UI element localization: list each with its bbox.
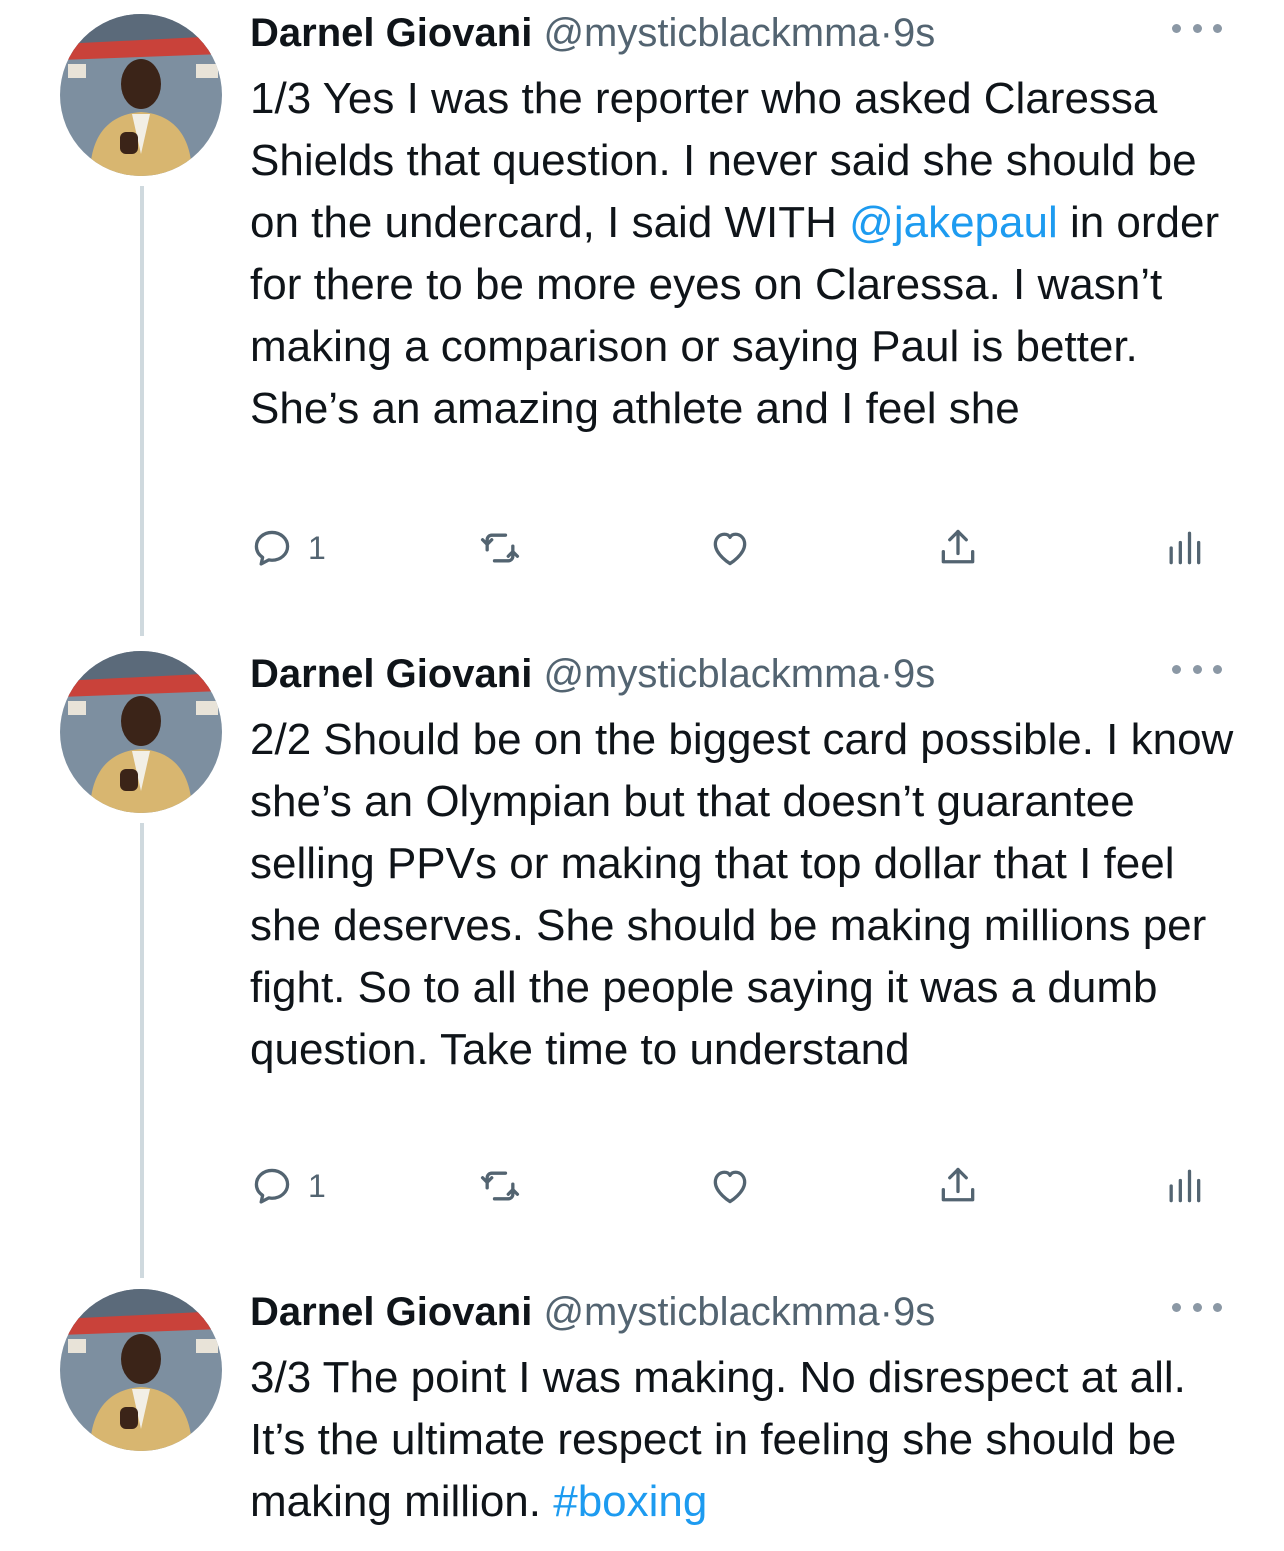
thread-line: [140, 823, 144, 1278]
tweet-header: Darnel Giovani @mysticblackmma·9s: [250, 1287, 935, 1337]
tweet-actions: 1: [250, 520, 1210, 576]
retweet-icon: [480, 533, 520, 563]
user-handle[interactable]: @mysticblackmma: [543, 11, 879, 55]
more-icon[interactable]: [1172, 1297, 1222, 1317]
analytics-button[interactable]: [1162, 1158, 1206, 1214]
analytics-button[interactable]: [1162, 520, 1206, 576]
thread-line: [140, 186, 144, 636]
avatar[interactable]: [60, 651, 222, 813]
separator-dot: ·: [879, 652, 893, 696]
like-button[interactable]: [708, 1158, 752, 1214]
reply-button[interactable]: 1: [250, 520, 326, 576]
avatar[interactable]: [60, 1289, 222, 1451]
reply-count: 1: [308, 529, 326, 566]
timestamp[interactable]: 9s: [893, 11, 935, 55]
retweet-button[interactable]: [478, 1158, 522, 1214]
display-name[interactable]: Darnel Giovani: [250, 11, 532, 55]
share-button[interactable]: [936, 520, 980, 576]
tweet-header: Darnel Giovani @mysticblackmma·9s: [250, 8, 935, 58]
separator-dot: ·: [879, 11, 893, 55]
tweet-header: Darnel Giovani @mysticblackmma·9s: [250, 649, 935, 699]
tweet-text: 3/3 The point I was making. No disrespec…: [250, 1347, 1240, 1533]
reply-icon: [254, 530, 290, 566]
more-icon[interactable]: [1172, 18, 1222, 38]
tweet-text-part: 2/2 Should be on the biggest card possib…: [250, 715, 1234, 1074]
tweet-text-part: 3/3 The point I was making. No disrespec…: [250, 1353, 1186, 1526]
tweet-actions: 1: [250, 1158, 1210, 1214]
user-handle[interactable]: @mysticblackmma: [543, 1290, 879, 1334]
mention-link[interactable]: @jakepaul: [849, 198, 1058, 247]
retweet-button[interactable]: [478, 520, 522, 576]
tweet-text: 1/3 Yes I was the reporter who asked Cla…: [250, 68, 1240, 440]
analytics-icon: [1169, 531, 1201, 565]
heart-icon: [713, 1170, 747, 1204]
avatar-image: [60, 14, 222, 176]
avatar-image: [60, 1289, 222, 1451]
analytics-icon: [1169, 1169, 1201, 1203]
like-button[interactable]: [708, 520, 752, 576]
reply-icon: [254, 1168, 290, 1204]
more-icon[interactable]: [1172, 659, 1222, 679]
heart-icon: [713, 532, 747, 566]
user-handle[interactable]: @mysticblackmma: [543, 652, 879, 696]
share-icon: [941, 529, 975, 564]
timestamp[interactable]: 9s: [893, 1290, 935, 1334]
avatar[interactable]: [60, 14, 222, 176]
retweet-icon: [480, 1171, 520, 1201]
reply-count: 1: [308, 1167, 326, 1204]
reply-button[interactable]: 1: [250, 1158, 326, 1214]
hashtag-link[interactable]: #boxing: [553, 1477, 707, 1526]
avatar-image: [60, 651, 222, 813]
share-button[interactable]: [936, 1158, 980, 1214]
separator-dot: ·: [879, 1290, 893, 1334]
tweet-text: 2/2 Should be on the biggest card possib…: [250, 709, 1240, 1081]
timestamp[interactable]: 9s: [893, 652, 935, 696]
display-name[interactable]: Darnel Giovani: [250, 1290, 532, 1334]
display-name[interactable]: Darnel Giovani: [250, 652, 532, 696]
share-icon: [941, 1167, 975, 1202]
